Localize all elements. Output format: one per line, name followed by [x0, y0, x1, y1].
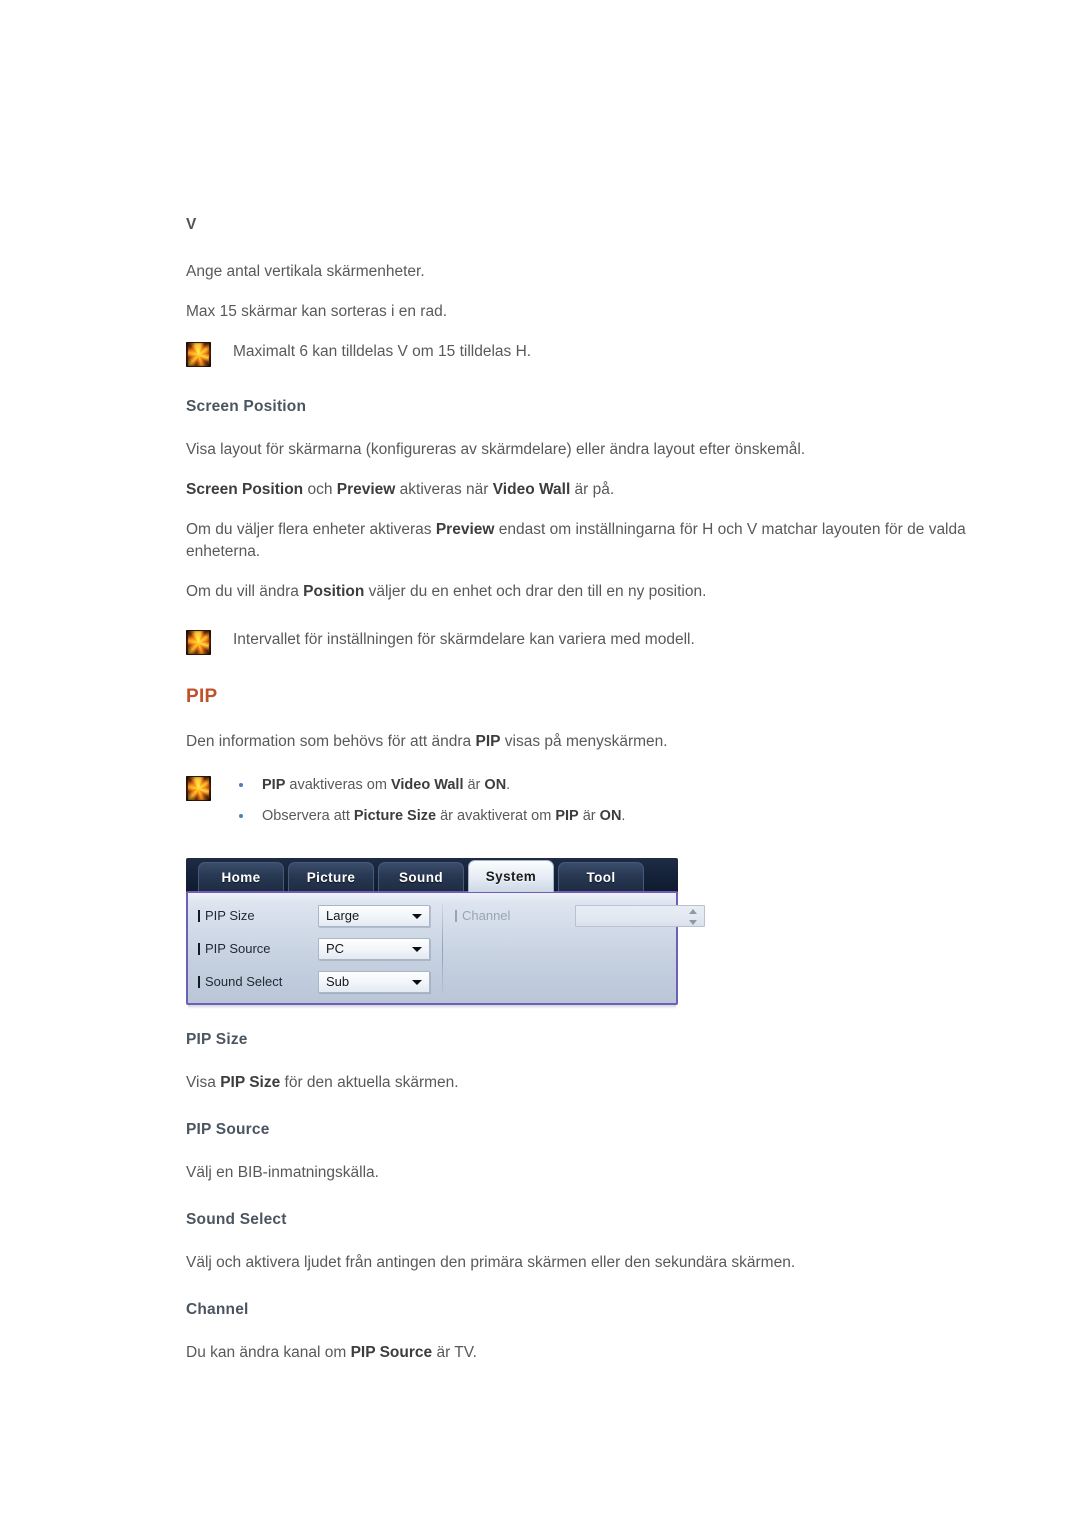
label-tick-icon: [198, 909, 200, 922]
tab-system[interactable]: System: [468, 860, 554, 892]
tab-tool[interactable]: Tool: [558, 862, 644, 892]
definition-body-channel: Du kan ändra kanal om PIP Source är TV.: [186, 1344, 477, 1361]
note-v-text: Maximalt 6 kan tilldelas V om 15 tilldel…: [233, 343, 532, 360]
paragraph-screen-position-4: Om du vill ändra Position väljer du en e…: [186, 583, 707, 600]
sound-select-value: Sub: [326, 973, 350, 989]
paragraph-v-1: Ange antal vertikala skärmenheter.: [186, 263, 425, 280]
mdc-menu-screenshot: Home Picture Sound System Tool PIP Size …: [186, 858, 705, 1014]
definition-heading-sound-select: Sound Select: [186, 1211, 287, 1228]
note-screen-position-text: Intervallet för inställningen för skärmd…: [233, 631, 695, 648]
note-flower-icon: [186, 776, 211, 801]
paragraph-pip-intro: Den information som behövs för att ändra…: [186, 733, 668, 750]
definition-heading-channel: Channel: [186, 1301, 249, 1318]
label-tick-icon: [455, 909, 457, 922]
label-tick-icon: [198, 942, 200, 955]
pip-source-label: PIP Source: [198, 941, 318, 956]
note-flower-icon: [186, 630, 211, 655]
note-pip: PIP avaktiveras om Video Wall är ON. Obs…: [186, 775, 1016, 826]
channel-label: Channel: [455, 908, 575, 923]
paragraph-screen-position-3: Om du väljer flera enheter aktiveras Pre…: [186, 521, 966, 560]
list-item: Observera att Picture Size är avaktivera…: [233, 806, 1016, 826]
field-row-sound-select: Sound Select Sub: [198, 970, 438, 993]
spinner-up-icon[interactable]: [689, 908, 697, 914]
label-tick-icon: [198, 975, 200, 988]
pip-source-dropdown[interactable]: PC: [318, 937, 430, 960]
spinner-down-icon[interactable]: [689, 919, 697, 925]
field-row-pip-source: PIP Source PC: [198, 937, 438, 960]
pip-note-bullet-list: PIP avaktiveras om Video Wall är ON. Obs…: [233, 775, 1016, 826]
chevron-down-icon: [412, 979, 422, 985]
sound-select-label: Sound Select: [198, 974, 318, 989]
pip-source-label-text: PIP Source: [205, 941, 271, 956]
chevron-down-icon: [412, 913, 422, 919]
definitions-block: PIP Size Visa PIP Size för den aktuella …: [186, 1030, 1016, 1364]
section-heading-pip: PIP: [186, 686, 218, 707]
pip-size-value: Large: [326, 907, 360, 923]
pip-size-dropdown[interactable]: Large: [318, 904, 430, 927]
note-screen-position: Intervallet för inställningen för skärmd…: [186, 629, 1016, 655]
bullet-text: Observera att Picture Size är avaktivera…: [262, 808, 626, 824]
sound-select-dropdown[interactable]: Sub: [318, 970, 430, 993]
sound-select-label-text: Sound Select: [205, 974, 283, 989]
bullet-dot-icon: [239, 783, 243, 787]
definition-heading-pip-size: PIP Size: [186, 1031, 248, 1048]
paragraph-v-2: Max 15 skärmar kan sorteras i en rad.: [186, 303, 448, 320]
field-row-channel: Channel: [455, 904, 705, 927]
tab-sound[interactable]: Sound: [378, 862, 464, 892]
mdc-tab-bar: Home Picture Sound System Tool: [186, 858, 678, 892]
chevron-down-icon: [412, 946, 422, 952]
note-v: Maximalt 6 kan tilldelas V om 15 tilldel…: [186, 341, 1016, 367]
paragraph-screen-position-1: Visa layout för skärmarna (konfigureras …: [186, 441, 806, 458]
note-flower-icon: [186, 342, 211, 367]
mdc-left-column: PIP Size Large PIP Source PC Sound Selec…: [198, 904, 438, 993]
panel-divider: [442, 904, 443, 993]
paragraph-screen-position-2: Screen Position och Preview aktiveras nä…: [186, 481, 615, 498]
list-item: PIP avaktiveras om Video Wall är ON.: [233, 775, 1016, 795]
pip-size-label-text: PIP Size: [205, 908, 255, 923]
panel-drop-shadow: [188, 1005, 676, 1009]
mdc-system-panel: PIP Size Large PIP Source PC Sound Selec…: [186, 891, 705, 1005]
section-heading-v: V: [186, 216, 197, 233]
section-heading-screen-position: Screen Position: [186, 398, 307, 415]
bullet-text: PIP avaktiveras om Video Wall är ON.: [262, 777, 511, 793]
definition-body-sound-select: Välj och aktivera ljudet från antingen d…: [186, 1254, 796, 1271]
tab-picture[interactable]: Picture: [288, 862, 374, 892]
definition-body-pip-size: Visa PIP Size för den aktuella skärmen.: [186, 1074, 459, 1091]
field-row-pip-size: PIP Size Large: [198, 904, 438, 927]
mdc-right-column: Channel: [455, 904, 705, 993]
pip-size-label: PIP Size: [198, 908, 318, 923]
tab-home[interactable]: Home: [198, 862, 284, 892]
document-content: V Ange antal vertikala skärmenheter. Max…: [186, 215, 1016, 826]
channel-label-text: Channel: [462, 908, 511, 923]
spinner-arrows-icon[interactable]: [689, 908, 698, 925]
pip-source-value: PC: [326, 940, 345, 956]
bullet-dot-icon: [239, 814, 243, 818]
definition-body-pip-source: Välj en BIB-inmatningskälla.: [186, 1164, 379, 1181]
definition-heading-pip-source: PIP Source: [186, 1121, 270, 1138]
channel-spinner[interactable]: [575, 904, 705, 927]
document-page: V Ange antal vertikala skärmenheter. Max…: [0, 0, 1080, 1527]
